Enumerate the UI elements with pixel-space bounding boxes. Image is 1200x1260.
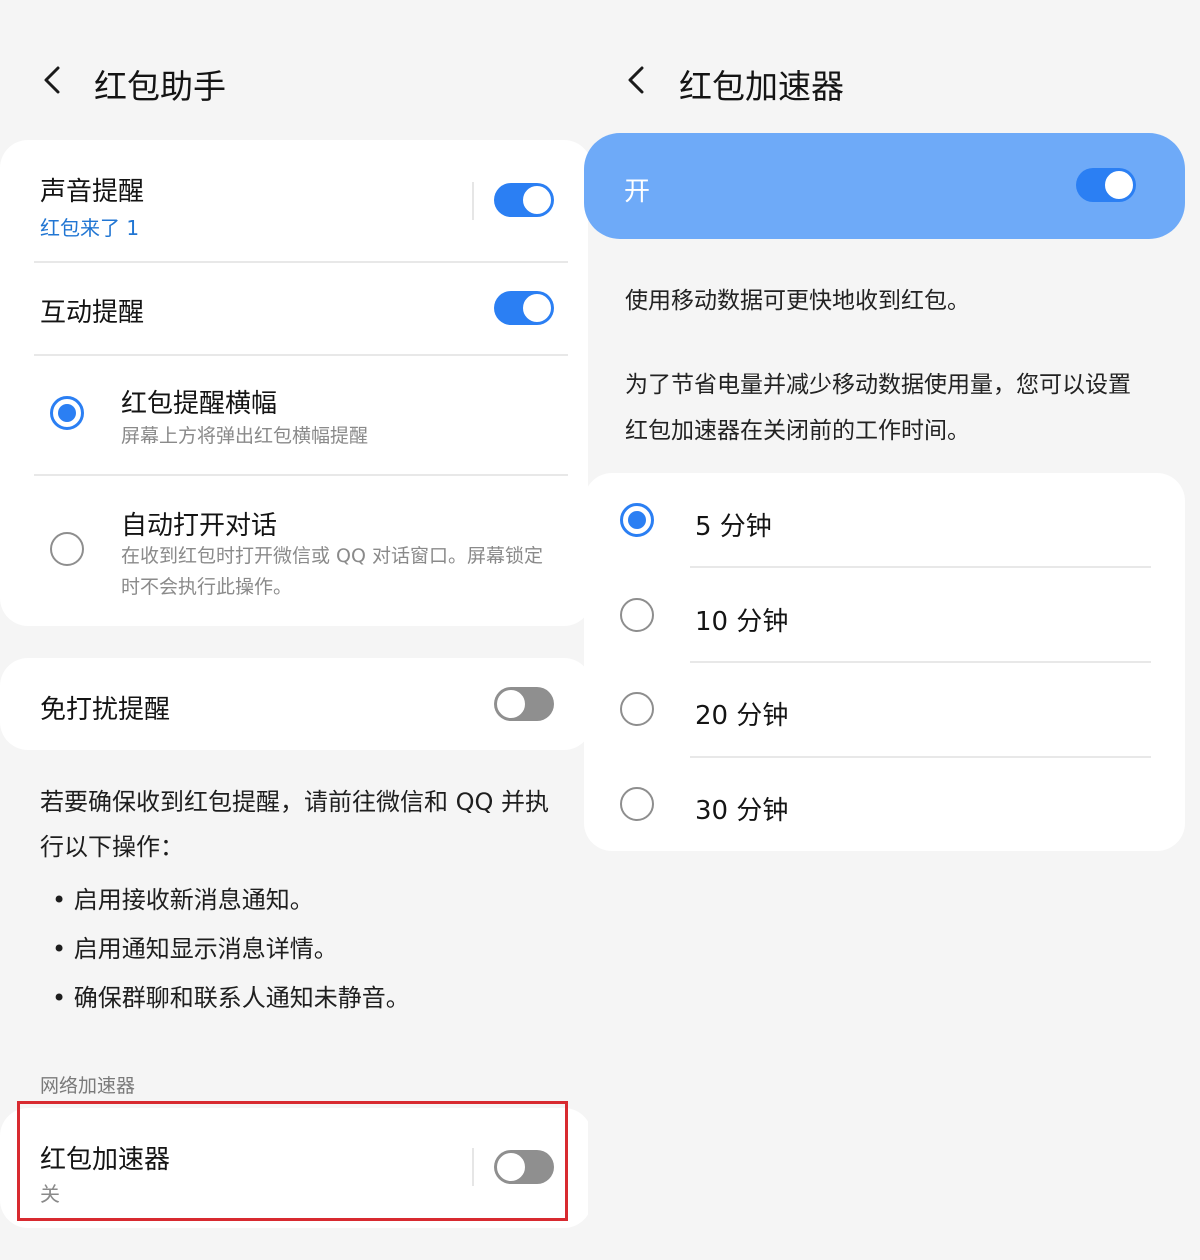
duration-option-10[interactable]: 10 分钟 xyxy=(584,568,1185,662)
dnd-reminder-card[interactable]: 免打扰提醒 xyxy=(0,658,592,750)
working-time-description: 为了节省电量并减少移动数据使用量，您可以设置红包加速器在关闭前的工作时间。 xyxy=(625,372,1131,444)
master-switch-label: 开 xyxy=(624,177,651,207)
duration-radio[interactable] xyxy=(620,692,654,726)
sound-reminder-title: 声音提醒 xyxy=(40,177,145,207)
dnd-reminder-title: 免打扰提醒 xyxy=(40,695,171,725)
duration-label: 20 分钟 xyxy=(695,701,789,731)
master-switch-bar[interactable]: 开 xyxy=(584,133,1185,239)
sound-reminder-toggle[interactable] xyxy=(494,183,554,217)
auto-open-chat-row[interactable]: 自动打开对话 在收到红包时打开微信或 QQ 对话窗口。屏幕锁定时不会执行此操作。 xyxy=(0,475,592,626)
duration-radio[interactable] xyxy=(620,598,654,632)
duration-options-card: 5 分钟 10 分钟 20 分钟 30 分钟 xyxy=(584,473,1185,851)
highlight-annotation-box xyxy=(17,1101,568,1221)
mobile-data-description: 使用移动数据可更快地收到红包。 xyxy=(625,288,970,314)
auto-open-chat-title: 自动打开对话 xyxy=(121,511,278,541)
duration-label: 30 分钟 xyxy=(695,796,789,826)
instruction-bullet: • 启用接收新消息通知。 xyxy=(52,886,314,914)
duration-radio[interactable] xyxy=(620,787,654,821)
banner-reminder-title: 红包提醒横幅 xyxy=(121,389,278,419)
duration-label: 5 分钟 xyxy=(695,512,772,542)
page-title: 红包助手 xyxy=(94,67,226,106)
back-chevron-icon[interactable] xyxy=(36,58,72,102)
duration-label: 10 分钟 xyxy=(695,607,789,637)
section-header-network-accelerator: 网络加速器 xyxy=(40,1075,136,1097)
dnd-reminder-toggle[interactable] xyxy=(494,687,554,721)
hongbao-accelerator-screen: 红包加速器 开 使用移动数据可更快地收到红包。 为了节省电量并减少移动数据使用量… xyxy=(584,0,1200,1260)
hongbao-assistant-screen: 红包助手 声音提醒 红包来了 1 互动提醒 红包提醒横幅 屏幕上方将弹出红包横幅… xyxy=(0,0,592,1260)
notification-settings-card: 声音提醒 红包来了 1 互动提醒 红包提醒横幅 屏幕上方将弹出红包横幅提醒 自动… xyxy=(0,140,592,626)
app-bar: 红包加速器 xyxy=(588,52,1200,112)
auto-open-chat-description: 在收到红包时打开微信或 QQ 对话窗口。屏幕锁定时不会执行此操作。 xyxy=(121,545,543,598)
instructions-intro: 若要确保收到红包提醒，请前往微信和 QQ 并执行以下操作： xyxy=(40,788,550,861)
interactive-reminder-toggle[interactable] xyxy=(494,291,554,325)
banner-reminder-radio[interactable] xyxy=(50,396,84,430)
duration-option-5[interactable]: 5 分钟 xyxy=(584,473,1185,567)
sound-reminder-row[interactable]: 声音提醒 红包来了 1 xyxy=(0,140,592,262)
interactive-reminder-row[interactable]: 互动提醒 xyxy=(0,262,592,355)
interactive-reminder-title: 互动提醒 xyxy=(40,298,145,328)
duration-option-30[interactable]: 30 分钟 xyxy=(584,758,1185,851)
auto-open-chat-radio[interactable] xyxy=(50,532,84,566)
row-separator xyxy=(472,182,474,220)
back-chevron-icon[interactable] xyxy=(620,58,656,102)
banner-reminder-row[interactable]: 红包提醒横幅 屏幕上方将弹出红包横幅提醒 xyxy=(0,355,592,475)
duration-radio[interactable] xyxy=(620,503,654,537)
master-toggle[interactable] xyxy=(1076,168,1136,202)
page-title: 红包加速器 xyxy=(679,67,844,106)
banner-reminder-description: 屏幕上方将弹出红包横幅提醒 xyxy=(121,425,369,447)
duration-option-20[interactable]: 20 分钟 xyxy=(584,663,1185,757)
sound-reminder-subtitle: 红包来了 1 xyxy=(40,216,140,240)
instruction-bullet: • 确保群聊和联系人通知未静音。 xyxy=(52,984,410,1012)
app-bar: 红包助手 xyxy=(0,52,588,112)
instruction-bullet: • 启用通知显示消息详情。 xyxy=(52,935,338,963)
